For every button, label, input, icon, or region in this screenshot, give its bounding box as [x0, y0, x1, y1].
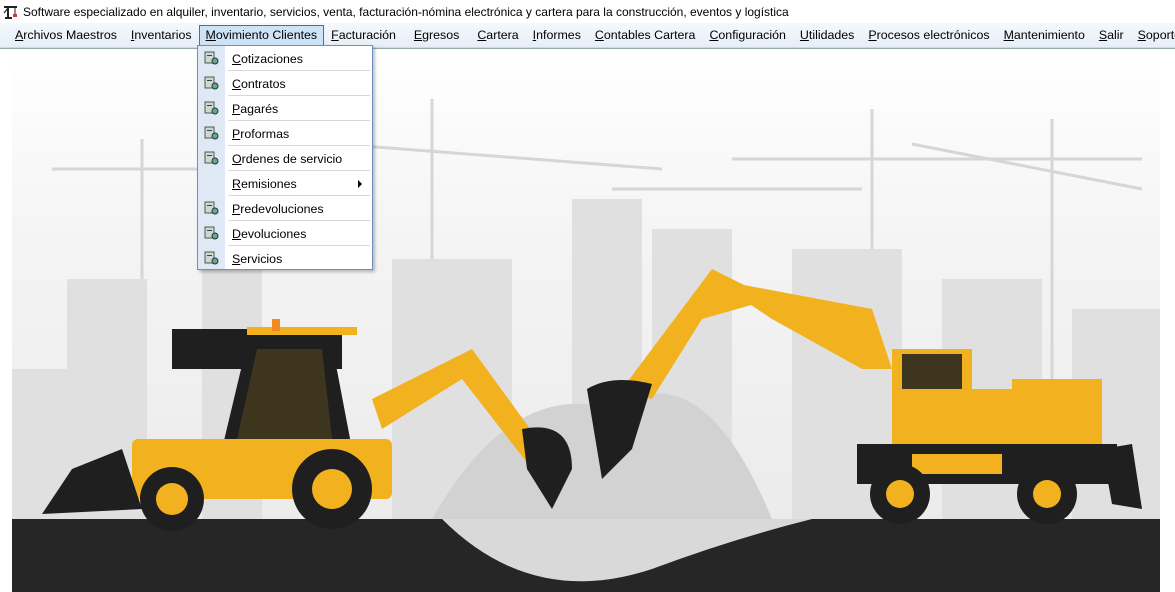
mdi-workspace [0, 48, 1175, 592]
crane-app-icon [3, 5, 17, 19]
submenu-arrow-icon [358, 180, 362, 188]
menu-item-predevoluciones[interactable]: Predevoluciones [198, 196, 372, 221]
movimiento-clientes-dropdown: Cotizaciones Contratos Pagarés Proformas… [197, 45, 373, 270]
menu-archivos-maestros[interactable]: Archivos Maestros [8, 25, 124, 46]
document-gear-icon [204, 201, 219, 215]
document-gear-icon [204, 101, 219, 115]
document-gear-icon [204, 151, 219, 165]
menu-item-ordenes-de-servicio[interactable]: Ordenes de servicio [198, 146, 372, 171]
menu-contables-cartera[interactable]: Contables Cartera [588, 25, 703, 46]
menu-item-servicios[interactable]: Servicios [198, 246, 372, 271]
menu-inventarios[interactable]: Inventarios [124, 25, 199, 46]
menu-item-cotizaciones[interactable]: Cotizaciones [198, 46, 372, 71]
menu-cartera[interactable]: Cartera [470, 25, 525, 46]
menu-item-contratos[interactable]: Contratos [198, 71, 372, 96]
menu-item-pagares[interactable]: Pagarés [198, 96, 372, 121]
document-gear-icon [204, 226, 219, 240]
menu-facturacion[interactable]: Facturación [324, 25, 403, 46]
document-gear-icon [204, 76, 219, 90]
menu-informes[interactable]: Informes [526, 25, 588, 46]
menu-egresos[interactable]: Egresos [407, 25, 466, 46]
menu-soporte[interactable]: Soporte [1131, 25, 1175, 46]
document-gear-icon [204, 251, 219, 265]
document-gear-icon [204, 51, 219, 65]
menu-item-devoluciones[interactable]: Devoluciones [198, 221, 372, 246]
title-bar: Software especializado en alquiler, inve… [0, 0, 1175, 23]
menu-mantenimiento[interactable]: Mantenimiento [997, 25, 1092, 46]
construction-background-image [12, 49, 1160, 592]
menu-configuracion[interactable]: Configuración [702, 25, 792, 46]
menu-movimiento-clientes[interactable]: Movimiento Clientes [198, 24, 325, 46]
menu-procesos-electronicos[interactable]: Procesos electrónicos [861, 25, 996, 46]
menu-item-remisiones[interactable]: Remisiones [198, 171, 372, 196]
menu-item-proformas[interactable]: Proformas [198, 121, 372, 146]
document-gear-icon [204, 126, 219, 140]
menu-utilidades[interactable]: Utilidades [793, 25, 861, 46]
window-title: Software especializado en alquiler, inve… [23, 4, 789, 19]
menu-salir[interactable]: Salir [1092, 25, 1131, 46]
menu-bar: Archivos Maestros Inventarios Movimiento… [0, 23, 1175, 48]
